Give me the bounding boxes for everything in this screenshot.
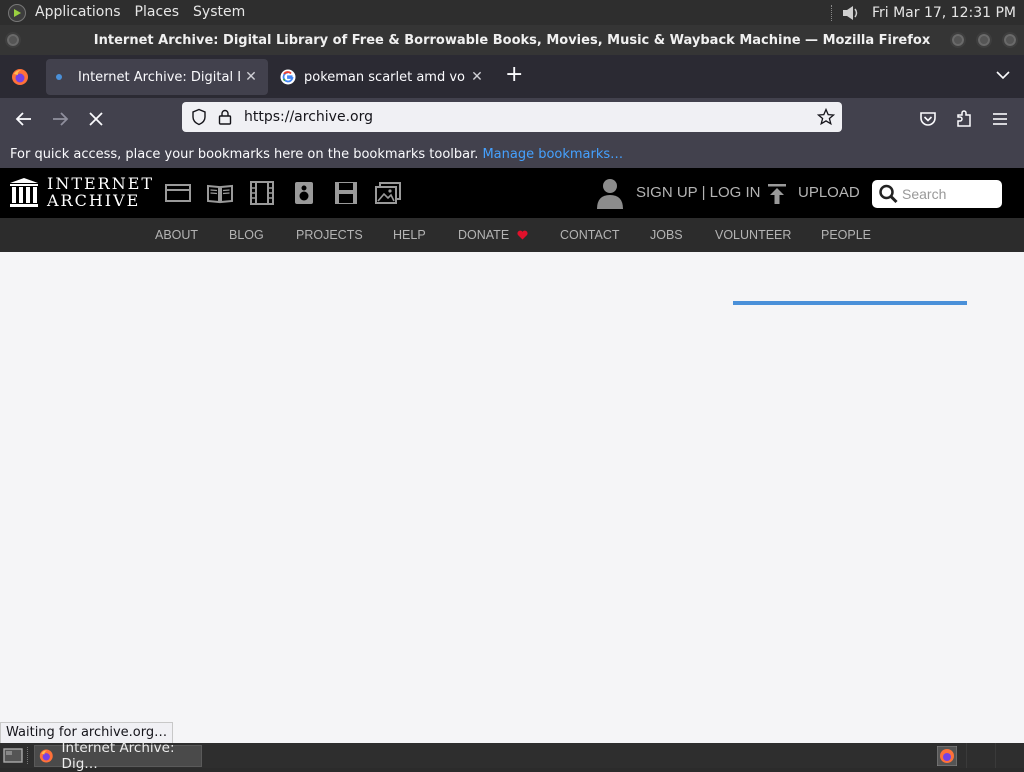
texts-book-icon[interactable]	[207, 181, 233, 205]
close-window-button[interactable]	[1002, 32, 1018, 48]
close-tab-icon[interactable]: ✕	[466, 66, 488, 88]
tab-strip: Internet Archive: Digital Library of Fre…	[0, 55, 1024, 98]
wordmark-line2: ARCHIVE	[47, 191, 141, 210]
forward-arrow-icon[interactable]	[48, 107, 72, 131]
bottom-taskbar: Internet Archive: Dig…	[0, 740, 1024, 772]
window-title: Internet Archive: Digital Library of Fre…	[93, 32, 931, 48]
workspace-divider	[966, 743, 967, 768]
panel-separator	[830, 4, 834, 21]
url-bar[interactable]: https://archive.org	[182, 102, 842, 132]
audio-speaker-icon[interactable]	[291, 181, 317, 205]
window-menu-button[interactable]	[5, 32, 21, 48]
images-icon[interactable]	[375, 181, 401, 205]
new-tab-plus-icon[interactable]: +	[505, 64, 525, 88]
ia-search-box[interactable]	[872, 180, 1002, 208]
nav-donate-label: DONATE	[458, 228, 510, 242]
ia-wordmark[interactable]: INTERNET ARCHIVE	[47, 175, 154, 209]
manage-bookmarks-link[interactable]: Manage bookmarks…	[482, 147, 623, 162]
loading-dot-icon	[56, 74, 62, 80]
nav-help[interactable]: HELP	[393, 218, 426, 252]
show-desktop-icon[interactable]	[3, 747, 23, 764]
hamburger-menu-icon[interactable]	[988, 107, 1012, 131]
firefox-icon	[39, 749, 53, 763]
taskbar-separator	[27, 747, 29, 764]
taskbar-window-firefox[interactable]: Internet Archive: Dig…	[34, 740, 202, 772]
upload-link[interactable]: UPLOAD	[798, 184, 860, 201]
tab-internet-archive[interactable]: Internet Archive: Digital Library of Fre…	[46, 59, 268, 95]
heart-icon	[517, 230, 528, 240]
workspace-divider	[995, 743, 996, 768]
panel-tray: Fri Mar 17, 12:31 PM	[830, 0, 1024, 25]
page-content: INTERNET ARCHIVE SIGN UP | LOG IN UPLOAD…	[0, 168, 1024, 743]
applications-menu[interactable]: Applications	[28, 0, 128, 25]
upload-arrow-icon[interactable]	[766, 183, 788, 205]
nav-about[interactable]: ABOUT	[155, 218, 198, 252]
url-text[interactable]: https://archive.org	[244, 109, 373, 125]
bookmarks-hint-text: For quick access, place your bookmarks h…	[10, 146, 479, 162]
top-panel: Applications Places System Fri Mar 17, 1…	[0, 0, 1024, 25]
video-film-icon[interactable]	[249, 181, 275, 205]
nav-people[interactable]: PEOPLE	[821, 218, 871, 252]
loading-progress-bar	[733, 301, 967, 305]
pocket-icon[interactable]	[916, 107, 940, 131]
taskbar-window-label: Internet Archive: Dig…	[61, 740, 175, 772]
nav-blog[interactable]: BLOG	[229, 218, 264, 252]
ia-top-header: INTERNET ARCHIVE SIGN UP | LOG IN UPLOAD…	[0, 168, 1024, 218]
window-titlebar[interactable]: Internet Archive: Digital Library of Fre…	[0, 25, 1024, 55]
firefox-view-icon[interactable]	[11, 68, 29, 86]
bookmarks-toolbar: For quick access, place your bookmarks h…	[0, 140, 1024, 168]
maximize-button[interactable]	[976, 32, 992, 48]
lock-icon[interactable]	[216, 108, 234, 126]
signup-login-link[interactable]: SIGN UP | LOG IN	[636, 184, 760, 201]
bookmark-star-icon[interactable]	[817, 108, 835, 126]
stop-loading-x-icon[interactable]	[84, 107, 108, 131]
nav-volunteer[interactable]: VOLUNTEER	[715, 218, 791, 252]
workspace-firefox-icon[interactable]	[937, 746, 957, 766]
close-tab-icon[interactable]: ✕	[240, 66, 262, 88]
clock[interactable]: Fri Mar 17, 12:31 PM	[872, 5, 1016, 21]
system-menu[interactable]: System	[186, 0, 252, 25]
nav-contact[interactable]: CONTACT	[560, 218, 620, 252]
google-icon	[280, 69, 296, 85]
minimize-button[interactable]	[950, 32, 966, 48]
tab-label: Internet Archive: Digital Library of Fre…	[78, 69, 240, 85]
web-icon[interactable]	[165, 181, 191, 205]
tab-label: pokeman scarlet amd voilet	[304, 69, 466, 85]
user-avatar-icon[interactable]	[596, 177, 624, 209]
list-all-tabs-chevron-icon[interactable]	[996, 70, 1010, 80]
internet-archive-logo-icon[interactable]	[10, 178, 38, 208]
places-menu[interactable]: Places	[128, 0, 187, 25]
volume-icon[interactable]	[842, 4, 860, 22]
search-magnifier-icon[interactable]	[878, 184, 900, 204]
ia-secondary-nav: ABOUT BLOG PROJECTS HELP DONATE CONTACT …	[0, 218, 1024, 305]
back-arrow-icon[interactable]	[12, 107, 36, 131]
nav-projects[interactable]: PROJECTS	[296, 218, 363, 252]
search-input[interactable]	[902, 186, 998, 202]
wordmark-line1: INTERNET	[47, 174, 155, 193]
tracking-shield-icon[interactable]	[190, 108, 208, 126]
applications-logo-icon[interactable]	[8, 3, 26, 22]
nav-donate[interactable]: DONATE	[458, 218, 528, 252]
navigation-toolbar: https://archive.org	[0, 98, 1024, 140]
tab-pokemon-search[interactable]: pokeman scarlet amd voilet ✕	[272, 59, 492, 95]
nav-jobs[interactable]: JOBS	[650, 218, 683, 252]
software-floppy-icon[interactable]	[333, 181, 359, 205]
extensions-puzzle-icon[interactable]	[952, 107, 976, 131]
